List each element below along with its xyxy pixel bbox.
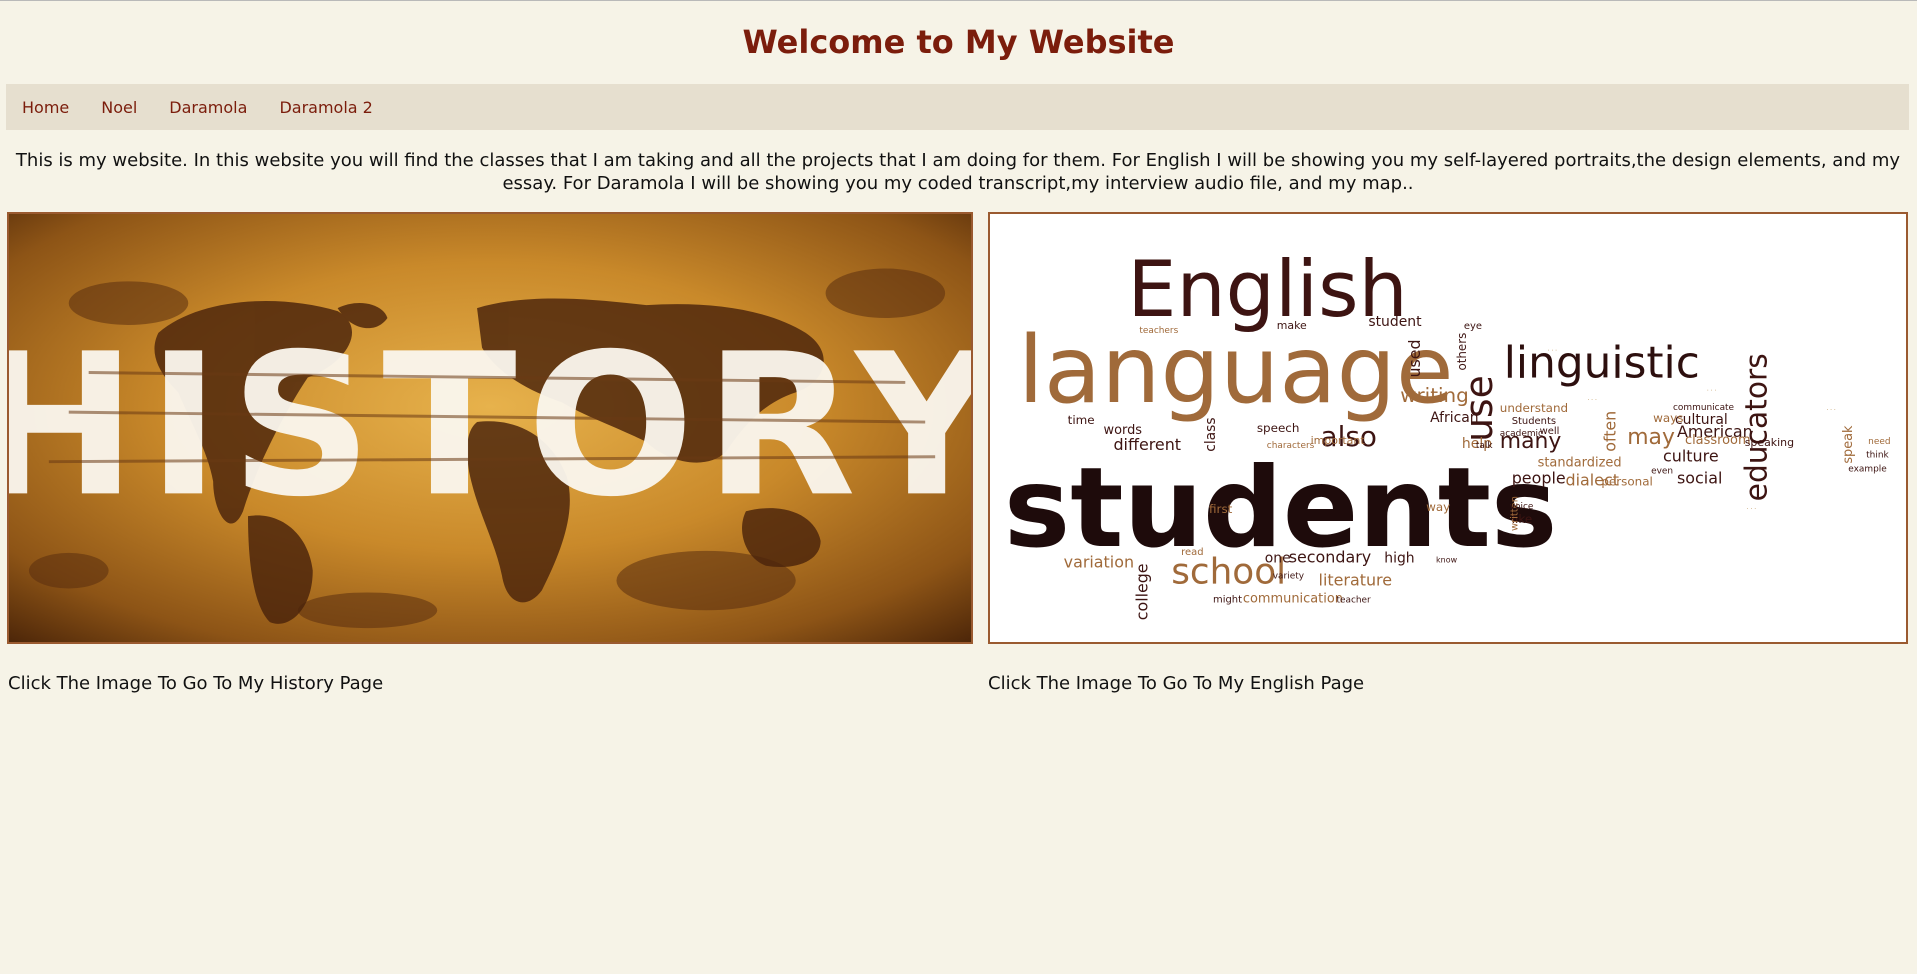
word-cloud-word: time (1068, 413, 1095, 427)
history-image: HISTORY (9, 214, 971, 642)
nav-daramola-2-link[interactable]: Daramola 2 (279, 98, 372, 117)
word-cloud-word: speaking (1745, 436, 1794, 449)
word-cloud-word: teacher (1336, 595, 1371, 605)
word-cloud-word: language (1018, 316, 1454, 425)
word-cloud-word: know (1436, 556, 1458, 565)
word-cloud-word: college (1132, 563, 1151, 620)
nav-bar: Home Noel Daramola Daramola 2 (6, 84, 1909, 130)
word-cloud-word: class (1203, 417, 1219, 451)
word-cloud-word: writing (1400, 384, 1469, 407)
svg-text:· · ·: · · · (1826, 407, 1836, 414)
page-title: Welcome to My Website (742, 23, 1175, 61)
nav-home-link[interactable]: Home (22, 98, 69, 117)
word-cloud-word: voice (1510, 502, 1534, 512)
history-image-link[interactable]: HISTORY (7, 212, 973, 644)
word-cloud-word: talk (1476, 441, 1493, 451)
word-cloud-word: example (1848, 465, 1887, 475)
word-cloud-word: written (1510, 496, 1521, 531)
word-cloud-word: student (1368, 314, 1422, 330)
english-caption: Click The Image To Go To My English Page (988, 673, 1365, 694)
word-cloud-word: understand (1500, 401, 1568, 415)
word-cloud-word: often (1600, 411, 1619, 452)
nav-daramola-link[interactable]: Daramola (169, 98, 247, 117)
word-cloud-word: classroom (1685, 433, 1751, 448)
word-cloud-word: personal (1601, 474, 1653, 488)
word-cloud-word: way (1426, 500, 1450, 514)
word-cloud-word: communication (1243, 591, 1343, 606)
history-image-text: HISTORY (9, 312, 971, 540)
svg-text:· · ·: · · · (1587, 397, 1597, 404)
word-cloud-word: standardized (1538, 456, 1622, 471)
word-cloud-word: people (1512, 469, 1566, 488)
history-caption: Click The Image To Go To My History Page (8, 673, 384, 694)
word-cloud-word: eye (1464, 321, 1482, 332)
word-cloud-word: variation (1064, 553, 1134, 572)
svg-text:· · ·: · · · (1707, 387, 1717, 394)
word-cloud-word: high (1384, 551, 1414, 567)
word-cloud-word: culture (1663, 447, 1719, 466)
svg-text:· · ·: · · · (1747, 506, 1757, 513)
word-cloud-word: even (1651, 467, 1673, 477)
word-cloud-word: variety (1273, 572, 1305, 582)
word-cloud-word: literature (1319, 571, 1392, 590)
word-cloud-word: think (1866, 451, 1889, 461)
word-cloud-word: characters (1267, 441, 1315, 451)
word-cloud-word: important (1311, 434, 1366, 447)
nav-noel-link[interactable]: Noel (101, 98, 137, 117)
word-cloud-word: need (1868, 437, 1890, 447)
word-cloud-word: others (1455, 333, 1469, 371)
word-cloud-word: ways (1653, 411, 1683, 425)
word-cloud-word: used (1405, 339, 1424, 377)
word-cloud-word: words (1104, 423, 1143, 438)
word-cloud-word: might (1213, 594, 1242, 605)
word-cloud-word: social (1677, 469, 1722, 488)
word-cloud-word: African (1430, 410, 1479, 426)
intro-text: This is my website. In this website you … (15, 150, 1901, 194)
word-cloud-word: teachers (1139, 326, 1178, 336)
word-cloud-word: academic (1500, 429, 1543, 439)
word-cloud-word: speak (1841, 425, 1856, 464)
word-cloud-word: secondary (1289, 548, 1371, 567)
english-word-cloud: English language students linguistic edu… (990, 214, 1906, 642)
svg-text:· · ·: · · · (1548, 348, 1558, 355)
word-cloud-word: read (1181, 547, 1203, 558)
word-cloud-word: one (1265, 551, 1291, 567)
word-cloud-word: make (1277, 319, 1307, 332)
word-cloud-word: linguistic (1504, 338, 1700, 389)
word-cloud-word: speech (1257, 421, 1300, 435)
word-cloud-word: first (1209, 502, 1233, 516)
english-image-link[interactable]: English language students linguistic edu… (988, 212, 1908, 644)
word-cloud-word: communicate (1673, 403, 1735, 413)
